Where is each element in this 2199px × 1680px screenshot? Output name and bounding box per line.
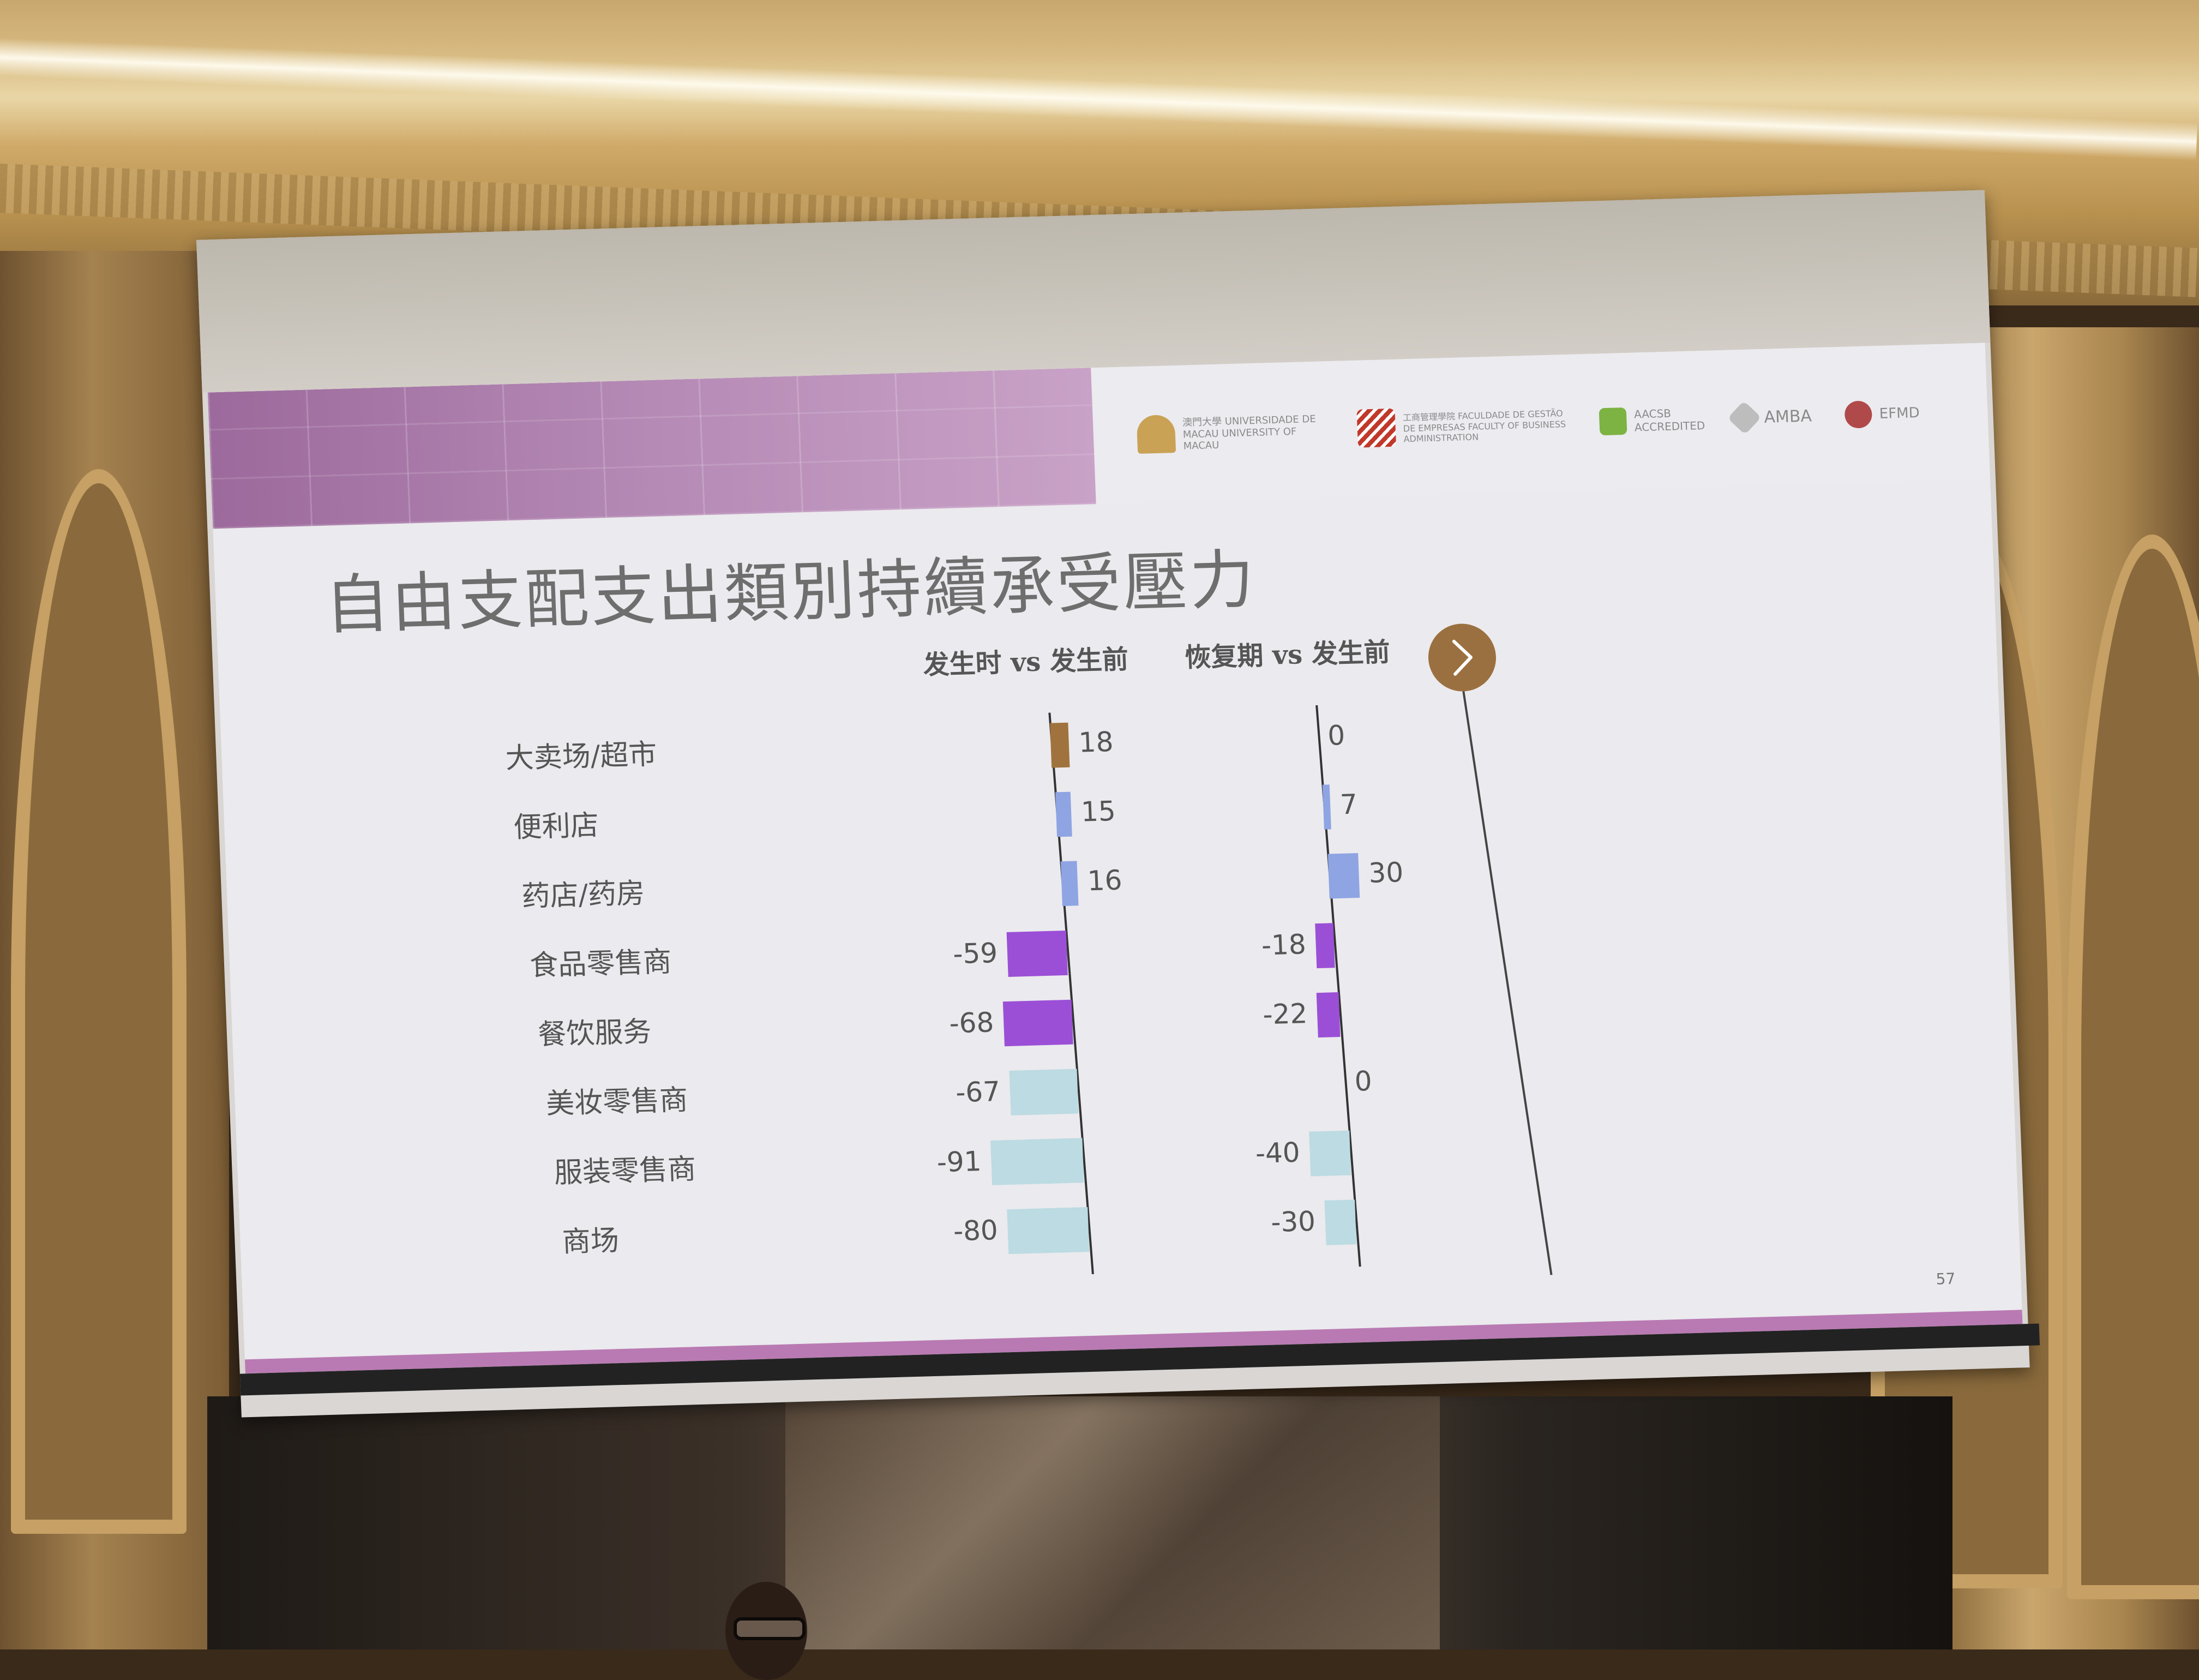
data-label: 0 [1327, 719, 1345, 752]
data-label: -22 [1262, 998, 1308, 1030]
bar [1055, 791, 1072, 837]
bar [1060, 861, 1079, 907]
data-label: -30 [1270, 1205, 1316, 1238]
bar [1327, 853, 1360, 899]
audience-glasses [734, 1617, 806, 1640]
data-label: 18 [1078, 726, 1114, 759]
slide-number: 57 [1936, 1269, 1956, 1288]
data-label: -40 [1255, 1137, 1301, 1169]
slide: 澳門大學 UNIVERSIDADE DE MACAU UNIVERSITY OF… [207, 343, 2023, 1374]
series-header-label-2: 恢复期 vs 发生前 [1184, 637, 1390, 673]
data-label: 16 [1087, 865, 1123, 897]
marble-wall [785, 1396, 1440, 1649]
data-label: 0 [1354, 1065, 1373, 1097]
chevron-right-circle [1428, 623, 1496, 692]
category-label: 美妆零售商 [545, 1084, 688, 1120]
projection-screen: 澳門大學 UNIVERSIDADE DE MACAU UNIVERSITY OF… [196, 190, 2040, 1418]
bar [1002, 999, 1073, 1047]
bar [1315, 923, 1335, 969]
category-label: 食品零售商 [529, 946, 672, 982]
category-label: 商场 [562, 1225, 620, 1259]
wall-ornament-left [11, 469, 187, 1534]
category-label: 服装零售商 [554, 1153, 696, 1190]
data-label: 15 [1080, 795, 1116, 828]
bar [1324, 1199, 1357, 1245]
bar [1316, 992, 1341, 1038]
data-label: 7 [1339, 788, 1358, 820]
category-label: 便利店 [513, 809, 599, 844]
bar [1309, 1130, 1351, 1177]
data-label: -59 [952, 937, 998, 970]
category-label: 餐饮服务 [537, 1016, 652, 1052]
bar [990, 1138, 1084, 1185]
arrow-guide-line [1462, 691, 1553, 1275]
category-label: 大卖场/超市 [505, 738, 658, 775]
bar [1006, 930, 1068, 977]
bar [1009, 1069, 1079, 1115]
bar [1050, 722, 1070, 768]
data-label: -18 [1261, 928, 1307, 961]
category-label: 药店/药房 [521, 877, 645, 913]
data-label: 30 [1368, 856, 1404, 889]
series-header-label-1: 发生时 vs 发生前 [923, 644, 1129, 680]
data-label: -91 [936, 1145, 982, 1178]
bar [1322, 784, 1331, 830]
bar-chart: 发生时 vs 发生前 恢复期 vs 发生前大卖场/超市便利店药店/药房食品零售商餐… [505, 623, 1553, 1275]
bar [1007, 1207, 1090, 1255]
data-label: -67 [955, 1076, 1001, 1108]
data-label: -80 [953, 1214, 999, 1247]
data-label: -68 [949, 1006, 995, 1039]
